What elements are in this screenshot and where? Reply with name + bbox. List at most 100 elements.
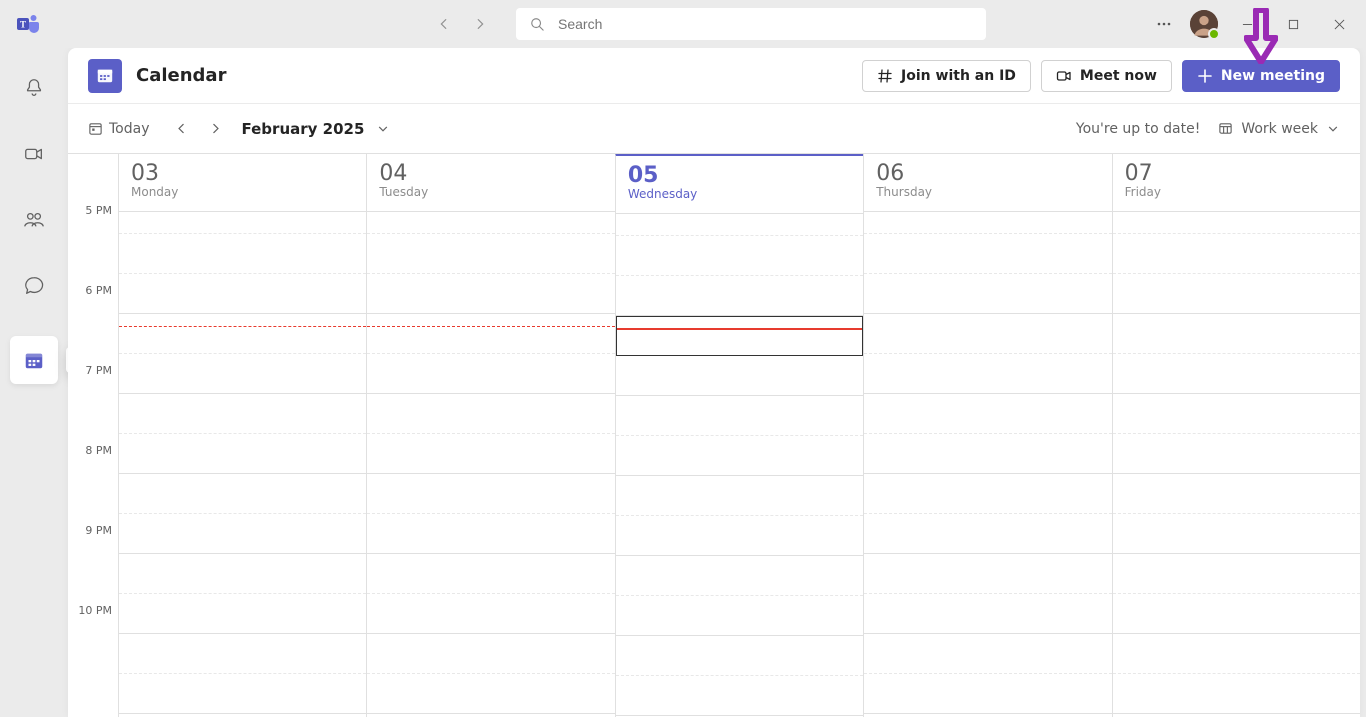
time-slot[interactable] [367,314,614,354]
time-slot[interactable] [367,674,614,714]
time-slot[interactable] [616,556,863,596]
time-slot[interactable] [119,674,366,714]
time-slot[interactable] [616,676,863,716]
time-slot[interactable] [367,274,614,314]
time-slot[interactable] [616,276,863,316]
time-slot[interactable] [1113,634,1360,674]
rail-chat[interactable] [10,270,58,302]
selected-slot[interactable] [616,316,863,356]
time-slot[interactable] [616,214,863,236]
join-with-id-button[interactable]: Join with an ID [862,60,1031,92]
time-slot[interactable] [1113,234,1360,274]
time-slot[interactable] [616,476,863,516]
maximize-button[interactable] [1270,8,1316,40]
time-slots[interactable] [616,214,863,717]
month-dropdown-chevron[interactable] [376,122,390,136]
time-slot[interactable] [864,274,1111,314]
time-slots[interactable] [119,212,366,717]
close-button[interactable] [1316,8,1362,40]
search-input[interactable] [556,15,972,33]
time-slot[interactable] [119,474,366,514]
time-slots[interactable] [1113,212,1360,717]
next-week-button[interactable] [202,115,230,143]
time-slot[interactable] [1113,554,1360,594]
time-slot[interactable] [119,274,366,314]
time-slots[interactable] [367,212,614,717]
day-header[interactable]: 07Friday [1113,154,1360,212]
time-slot[interactable] [367,212,614,234]
time-slot[interactable] [864,474,1111,514]
day-header[interactable]: 06Thursday [864,154,1111,212]
time-slot[interactable] [367,234,614,274]
time-slot[interactable] [119,234,366,274]
time-slot[interactable] [864,354,1111,394]
minimize-button[interactable] [1224,8,1270,40]
rail-community[interactable] [10,204,58,236]
time-slot[interactable] [1113,434,1360,474]
back-button[interactable] [426,8,462,40]
time-slot[interactable] [119,354,366,394]
time-slot[interactable] [367,514,614,554]
time-slot[interactable] [1113,594,1360,634]
time-slot[interactable] [616,396,863,436]
time-slot[interactable] [119,434,366,474]
meet-now-button[interactable]: Meet now [1041,60,1172,92]
time-slot[interactable] [119,212,366,234]
view-picker[interactable]: Work week [1218,121,1340,137]
rail-activity[interactable] [10,72,58,104]
time-slot[interactable] [119,314,366,354]
time-slot[interactable] [119,594,366,634]
time-slot[interactable] [367,434,614,474]
time-slot[interactable] [367,354,614,394]
time-slot[interactable] [1113,274,1360,314]
time-slot[interactable] [864,634,1111,674]
new-meeting-button[interactable]: New meeting [1182,60,1340,92]
search-box[interactable] [516,8,986,40]
time-slots[interactable] [864,212,1111,717]
time-slot[interactable] [864,434,1111,474]
day-header[interactable]: 03Monday [119,154,366,212]
time-slot[interactable] [1113,514,1360,554]
time-slot[interactable] [367,594,614,634]
time-slot[interactable] [119,514,366,554]
rail-calendar[interactable]: Calendar [10,336,58,384]
time-slot[interactable] [616,436,863,476]
rail-video[interactable] [10,138,58,170]
time-slot[interactable] [864,212,1111,234]
time-slot[interactable] [864,514,1111,554]
time-slot[interactable] [616,236,863,276]
time-slot[interactable] [1113,314,1360,354]
time-slot[interactable] [864,674,1111,714]
time-label: 5 PM [68,212,118,292]
time-slot[interactable] [1113,394,1360,434]
time-slot[interactable] [864,394,1111,434]
time-slot[interactable] [119,394,366,434]
time-slot[interactable] [367,394,614,434]
time-slot[interactable] [864,554,1111,594]
time-slot[interactable] [1113,474,1360,514]
month-label[interactable]: February 2025 [236,120,371,138]
time-slot[interactable] [864,314,1111,354]
forward-button[interactable] [462,8,498,40]
time-slot[interactable] [119,634,366,674]
day-header[interactable]: 04Tuesday [367,154,614,212]
more-options-button[interactable] [1144,8,1184,40]
time-slot[interactable] [616,636,863,676]
time-slot[interactable] [864,234,1111,274]
time-slot[interactable] [119,554,366,594]
avatar[interactable] [1190,10,1218,38]
time-slot[interactable] [616,356,863,396]
time-slot[interactable] [616,596,863,636]
time-slot[interactable] [367,554,614,594]
prev-week-button[interactable] [168,115,196,143]
time-slot[interactable] [367,634,614,674]
today-button[interactable]: Today [88,121,162,137]
time-slot[interactable] [367,474,614,514]
time-slot[interactable] [864,594,1111,634]
time-slot[interactable] [1113,674,1360,714]
presence-available-icon [1208,28,1220,40]
time-slot[interactable] [1113,212,1360,234]
time-slot[interactable] [616,516,863,556]
time-slot[interactable] [1113,354,1360,394]
day-header[interactable]: 05Wednesday [616,156,863,214]
